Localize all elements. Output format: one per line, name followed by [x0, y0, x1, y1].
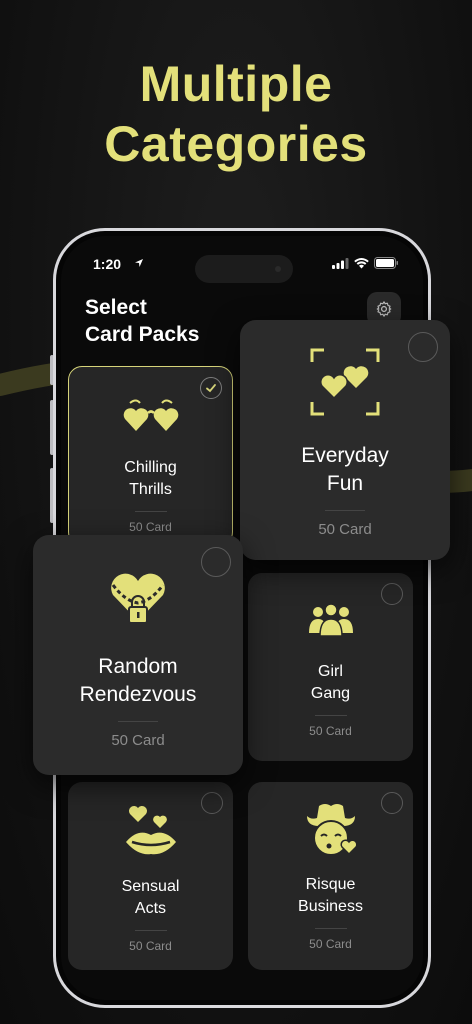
pack-card-count: 50 Card: [129, 939, 172, 953]
pack-card-risque-business[interactable]: Risque Business 50 Card: [248, 782, 413, 970]
pack-name: Everyday Fun: [301, 444, 389, 495]
locked-heart-icon: [111, 573, 165, 624]
signal-icon: [332, 257, 349, 269]
pack-name: Girl Gang: [310, 663, 351, 702]
pack-checkbox[interactable]: [381, 792, 403, 814]
pack-card-sensual-acts[interactable]: Sensual Acts 50 Card: [68, 782, 233, 970]
pack-checkbox[interactable]: [201, 547, 231, 577]
pack-name: Sensual Acts: [121, 878, 180, 917]
page-title-line-1: Select: [85, 296, 147, 319]
pack-card-girl-gang[interactable]: Girl Gang 50 Card: [248, 573, 413, 761]
wifi-icon: [354, 257, 369, 268]
pack-name: Risque Business: [298, 876, 363, 915]
status-time: 1:20: [93, 256, 122, 272]
headline-line-1: Multiple: [139, 56, 333, 112]
dynamic-island: [195, 255, 293, 283]
pack-card-count: 50 Card: [111, 732, 165, 749]
pack-card-everyday-fun[interactable]: Everyday Fun 50 Card: [240, 320, 450, 560]
check-icon: [206, 384, 216, 393]
pack-card-random-rendezvous[interactable]: Random Rendezvous 50 Card: [33, 535, 243, 775]
page-title: Select Card Packs: [85, 294, 199, 348]
pack-checkbox[interactable]: [381, 583, 403, 605]
battery-icon: [374, 257, 398, 269]
headline: Multiple Categories: [0, 54, 472, 174]
pack-card-count: 50 Card: [318, 521, 372, 538]
pack-checkbox[interactable]: [201, 792, 223, 814]
pack-card-count: 50 Card: [309, 724, 352, 738]
group-icon: [308, 603, 353, 637]
cowboy-kiss-icon: [306, 804, 357, 856]
pack-checkbox[interactable]: [200, 377, 222, 399]
hearts-frame-icon: [310, 348, 380, 416]
heart-glasses-icon: [123, 399, 178, 431]
pack-name: Random Rendezvous: [79, 655, 197, 706]
status-icons: [332, 257, 399, 269]
location-arrow-icon: [135, 259, 143, 267]
page-title-line-2: Card Packs: [85, 323, 200, 346]
pack-checkbox[interactable]: [408, 332, 438, 362]
kiss-lips-icon: [125, 806, 176, 855]
gear-icon: [376, 301, 392, 317]
pack-card-count: 50 Card: [309, 937, 352, 951]
headline-line-2: Categories: [104, 116, 368, 172]
pack-card-count: 50 Card: [129, 520, 172, 534]
pack-card-chilling-thrills[interactable]: Chilling Thrills 50 Card: [68, 366, 233, 546]
pack-name: Chilling Thrills: [124, 459, 177, 498]
